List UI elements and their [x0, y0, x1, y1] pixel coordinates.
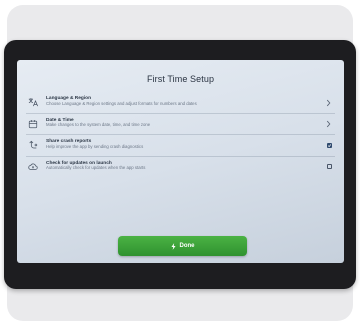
setting-description: Make changes to the system date, time, a… — [46, 122, 151, 128]
setting-row-share-crash-reports[interactable]: Share crash reports Help improve the app… — [26, 135, 335, 157]
check-updates-checkbox[interactable] — [326, 164, 332, 169]
setup-screen: First Time Setup Language & Region Choos… — [17, 60, 344, 263]
done-button-label: Done — [179, 243, 195, 249]
settings-list: Language & Region Choose Language & Regi… — [26, 92, 335, 177]
chevron-right-icon — [326, 99, 331, 107]
chevron-right-icon — [326, 120, 331, 128]
translate-icon — [28, 97, 38, 107]
tablet-frame: First Time Setup Language & Region Choos… — [4, 40, 356, 289]
setting-row-check-updates[interactable]: Check for updates on launch Automaticall… — [26, 157, 335, 178]
crash-reports-checkbox[interactable] — [326, 142, 332, 148]
setting-description: Automatically check for updates when the… — [46, 165, 146, 171]
lightning-icon — [170, 242, 176, 250]
checkmark-icon — [327, 144, 331, 147]
cloud-sync-icon — [28, 162, 38, 172]
setting-description: Choose Language & Region settings and ad… — [46, 100, 197, 106]
done-button[interactable]: Done — [118, 236, 247, 256]
setting-description: Help improve the app by sending crash di… — [46, 143, 144, 149]
page-title: First Time Setup — [146, 74, 215, 84]
setting-row-date-time[interactable]: Date & Time Make changes to the system d… — [26, 114, 335, 135]
calendar-icon — [28, 119, 38, 129]
crash-report-icon — [28, 140, 38, 150]
setting-row-language-region[interactable]: Language & Region Choose Language & Regi… — [26, 92, 335, 114]
